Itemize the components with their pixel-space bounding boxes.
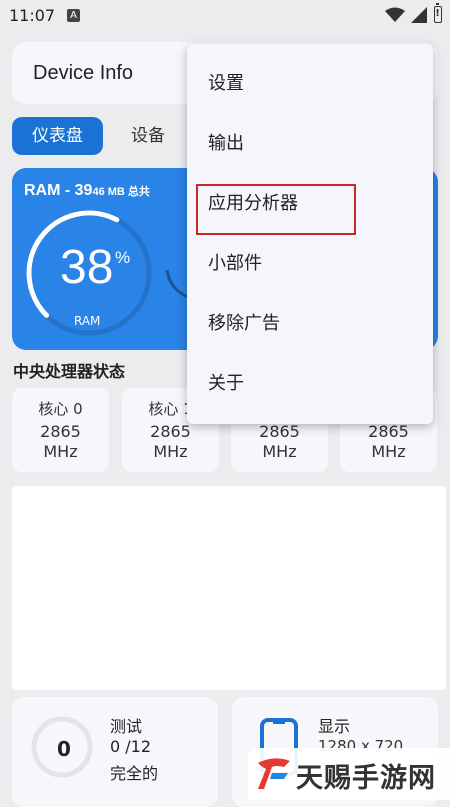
core-freq-value: 2865	[40, 422, 81, 441]
blank-content-area	[12, 486, 446, 690]
menu-item-widgets[interactable]: 小部件	[187, 234, 433, 294]
cpu-section-title: 中央处理器状态	[13, 362, 126, 381]
core-freq-value: 2865	[368, 422, 409, 441]
watermark-logo-icon	[258, 758, 290, 789]
status-time: 11:07	[9, 6, 56, 25]
core-frequency: 2865 MHz	[12, 422, 109, 462]
core-frequency: 2865 MHz	[340, 422, 437, 462]
cpu-core-card[interactable]: 核心 0 2865 MHz	[12, 388, 109, 472]
tests-count: 0 /12	[110, 737, 152, 756]
wifi-icon	[385, 7, 405, 22]
overflow-menu: 设置 输出 应用分析器 小部件 移除广告 关于	[187, 44, 433, 424]
tab-device[interactable]: 设备	[112, 117, 184, 155]
menu-item-remove-ads[interactable]: 移除广告	[187, 294, 433, 354]
ram-title-prefix: RAM - 39	[24, 182, 93, 199]
tab-dashboard[interactable]: 仪表盘	[12, 117, 103, 155]
menu-item-app-analyzer[interactable]: 应用分析器	[187, 174, 433, 234]
tests-ring-value: 0	[57, 737, 71, 761]
menu-item-settings[interactable]: 设置	[187, 54, 433, 114]
core-freq-value: 2865	[150, 422, 191, 441]
ram-percent-sign: %	[115, 248, 131, 267]
tests-card[interactable]: 0 测试 0 /12 完全的	[12, 697, 218, 807]
watermark-text: 天赐手游网	[296, 763, 436, 794]
battery-icon	[434, 3, 442, 23]
display-title: 显示	[318, 717, 351, 736]
notification-a-icon: A	[67, 9, 80, 22]
core-frequency: 2865 MHz	[122, 422, 219, 462]
core-freq-unit: MHz	[43, 442, 78, 461]
core-frequency: 2865 MHz	[231, 422, 328, 462]
menu-item-export[interactable]: 输出	[187, 114, 433, 174]
cellular-signal-icon	[411, 7, 427, 23]
status-bar: 11:07 A	[0, 0, 450, 32]
ram-percent: 38	[60, 241, 114, 294]
app-title: Device Info	[33, 62, 134, 84]
core-name: 核心 0	[38, 400, 83, 418]
ram-title: RAM - 3946 MB 总共	[24, 182, 150, 200]
core-freq-unit: MHz	[371, 442, 406, 461]
menu-item-about[interactable]: 关于	[187, 354, 433, 414]
watermark: 天赐手游网	[248, 748, 450, 800]
tests-title: 测试	[110, 717, 143, 736]
tests-status: 完全的	[110, 764, 159, 783]
core-freq-unit: MHz	[262, 442, 297, 461]
ram-title-suffix: 46 MB 总共	[92, 186, 150, 198]
ram-label: RAM	[74, 314, 101, 328]
core-freq-value: 2865	[259, 422, 300, 441]
core-freq-unit: MHz	[153, 442, 188, 461]
